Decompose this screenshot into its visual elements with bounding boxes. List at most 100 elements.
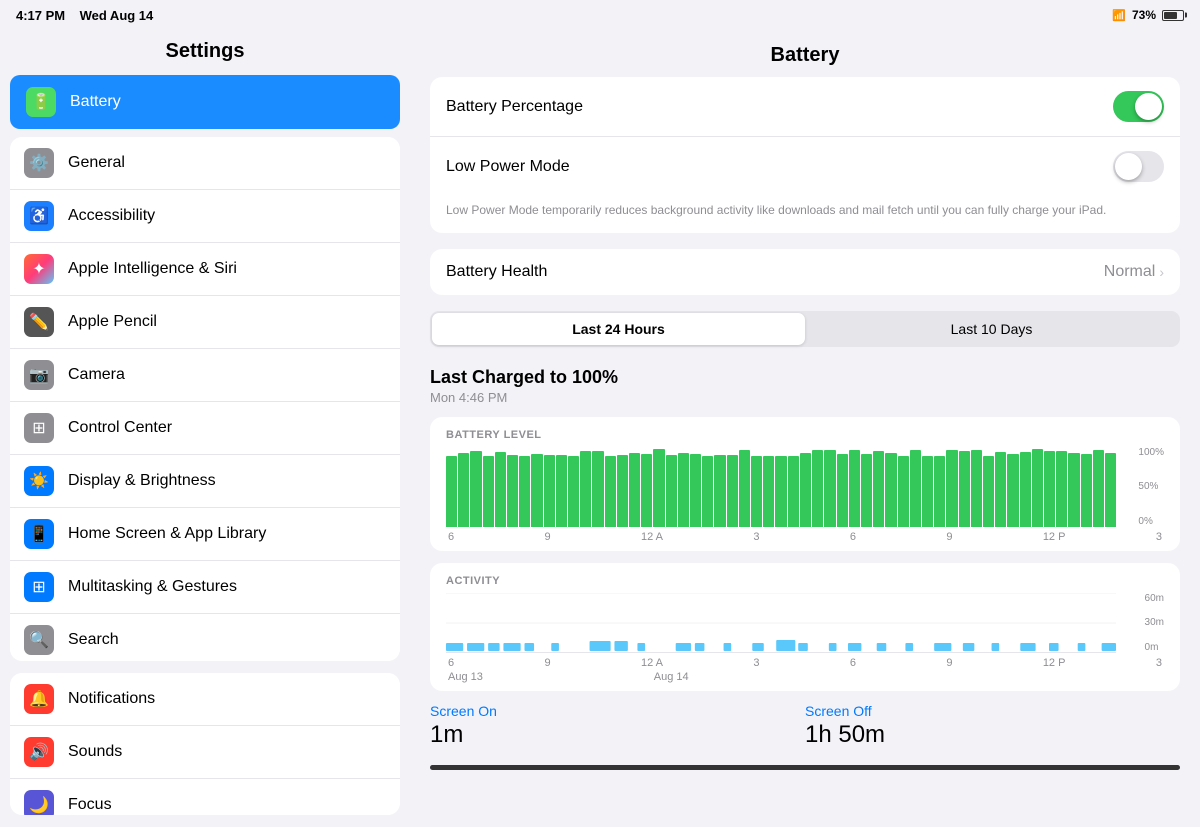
time-selector: Last 24 Hours Last 10 Days bbox=[430, 311, 1180, 347]
screen-off-value: 1h 50m bbox=[805, 721, 1180, 749]
battery-bar-item bbox=[837, 454, 848, 527]
battery-bar-item bbox=[495, 452, 506, 527]
activity-bars-area bbox=[446, 593, 1116, 653]
battery-bar-item bbox=[580, 451, 591, 527]
battery-bar-item bbox=[458, 453, 469, 527]
sidebar-item-apple-intelligence[interactable]: ✦ Apple Intelligence & Siri bbox=[10, 243, 400, 296]
battery-bar-item bbox=[898, 456, 909, 527]
battery-percentage-row: Battery Percentage bbox=[430, 77, 1180, 137]
sidebar-item-apple-pencil[interactable]: ✏️ Apple Pencil bbox=[10, 296, 400, 349]
sidebar-item-battery-active[interactable]: 🔋 Battery bbox=[10, 75, 400, 129]
battery-bar-item bbox=[995, 452, 1006, 527]
apple-intelligence-icon: ✦ bbox=[24, 254, 54, 284]
sidebar-item-camera-label: Camera bbox=[68, 366, 125, 384]
battery-bar-item bbox=[641, 454, 652, 527]
notifications-icon: 🔔 bbox=[24, 684, 54, 714]
battery-bar-item bbox=[605, 456, 616, 527]
battery-bar-item bbox=[971, 450, 982, 527]
battery-bar-item bbox=[592, 451, 603, 527]
sounds-icon: 🔊 bbox=[24, 737, 54, 767]
sidebar-item-control-center[interactable]: ⊞ Control Center bbox=[10, 402, 400, 455]
battery-bar-item bbox=[739, 450, 750, 527]
low-power-mode-row: Low Power Mode bbox=[430, 137, 1180, 196]
act-x-6: 6 bbox=[448, 657, 454, 669]
y-label-50: 50% bbox=[1138, 481, 1164, 492]
sidebar-item-sounds[interactable]: 🔊 Sounds bbox=[10, 726, 400, 779]
content-title: Battery bbox=[410, 30, 1200, 77]
battery-bar-item bbox=[470, 451, 481, 526]
act-x-6-2: 6 bbox=[850, 657, 856, 669]
battery-bar-item bbox=[910, 450, 921, 527]
sidebar-item-notifications-label: Notifications bbox=[68, 690, 155, 708]
apple-pencil-icon: ✏️ bbox=[24, 307, 54, 337]
battery-bar-item bbox=[531, 454, 542, 527]
sidebar-item-home-screen[interactable]: 📱 Home Screen & App Library bbox=[10, 508, 400, 561]
sidebar-item-apple-intelligence-label: Apple Intelligence & Siri bbox=[68, 260, 237, 278]
battery-bars bbox=[446, 447, 1116, 527]
x-label-3: 3 bbox=[753, 531, 759, 543]
activity-chart-wrapper: 60m 30m 0m bbox=[446, 593, 1164, 653]
battery-health-row[interactable]: Battery Health Normal › bbox=[430, 249, 1180, 295]
charged-title: Last Charged to 100% bbox=[430, 367, 1180, 388]
act-x-12p: 12 P bbox=[1043, 657, 1066, 669]
time-btn-10d[interactable]: Last 10 Days bbox=[805, 313, 1178, 345]
multitasking-icon: ⊞ bbox=[24, 572, 54, 602]
battery-bar-item bbox=[519, 456, 530, 527]
battery-percentage-toggle[interactable] bbox=[1113, 91, 1164, 122]
focus-icon: 🌙 bbox=[24, 790, 54, 815]
sidebar-item-general[interactable]: ⚙️ General bbox=[10, 137, 400, 190]
battery-bar-item bbox=[1056, 451, 1067, 527]
battery-bar-item bbox=[507, 455, 518, 527]
low-power-description: Low Power Mode temporarily reduces backg… bbox=[430, 196, 1180, 233]
battery-icon-active: 🔋 bbox=[26, 87, 56, 117]
battery-bar-item bbox=[556, 455, 567, 527]
x-label-12p: 12 P bbox=[1043, 531, 1066, 543]
sidebar-item-sounds-label: Sounds bbox=[68, 743, 122, 761]
battery-health-card: Battery Health Normal › bbox=[430, 249, 1180, 295]
sidebar: Settings 🔋 Battery ⚙️ General ♿ Accessib… bbox=[0, 30, 410, 827]
x-label-9: 9 bbox=[544, 531, 550, 543]
screen-on-value: 1m bbox=[430, 721, 805, 749]
act-x-3: 3 bbox=[753, 657, 759, 669]
chart-y-axis: 100% 50% 0% bbox=[1138, 447, 1164, 527]
status-right: 📶 73% bbox=[1112, 8, 1184, 22]
battery-health-label: Battery Health bbox=[446, 263, 547, 281]
activity-svg bbox=[446, 593, 1116, 653]
battery-bar-item bbox=[959, 451, 970, 527]
content-area: Battery Battery Percentage Low Power Mod… bbox=[410, 30, 1200, 827]
sidebar-item-camera[interactable]: 📷 Camera bbox=[10, 349, 400, 402]
battery-bar-item bbox=[1105, 453, 1116, 527]
x-label-3-2: 3 bbox=[1156, 531, 1162, 543]
low-power-mode-toggle[interactable] bbox=[1113, 151, 1164, 182]
sidebar-item-display-brightness[interactable]: ☀️ Display & Brightness bbox=[10, 455, 400, 508]
y-label-100: 100% bbox=[1138, 447, 1164, 458]
battery-icon bbox=[1162, 10, 1184, 21]
sidebar-title: Settings bbox=[0, 30, 410, 75]
home-screen-icon: 📱 bbox=[24, 519, 54, 549]
battery-bar-item bbox=[934, 456, 945, 527]
battery-bar-item bbox=[800, 453, 811, 527]
chevron-right-icon: › bbox=[1159, 264, 1164, 280]
sidebar-item-notifications[interactable]: 🔔 Notifications bbox=[10, 673, 400, 726]
battery-bar-item bbox=[653, 449, 664, 526]
battery-bar-item bbox=[1032, 449, 1043, 527]
battery-bar-item bbox=[678, 453, 689, 527]
x-label-9-2: 9 bbox=[946, 531, 952, 543]
battery-bar-item bbox=[788, 456, 799, 527]
battery-x-axis: 6 9 12 A 3 6 9 12 P 3 bbox=[446, 531, 1164, 543]
sidebar-item-multitasking[interactable]: ⊞ Multitasking & Gestures bbox=[10, 561, 400, 614]
sidebar-item-accessibility[interactable]: ♿ Accessibility bbox=[10, 190, 400, 243]
y-label-0: 0% bbox=[1138, 516, 1164, 527]
sidebar-item-apple-pencil-label: Apple Pencil bbox=[68, 313, 157, 331]
sidebar-item-general-label: General bbox=[68, 154, 125, 172]
time-btn-24h[interactable]: Last 24 Hours bbox=[432, 313, 805, 345]
screen-on-section: Screen On 1m bbox=[430, 703, 805, 749]
sidebar-item-focus[interactable]: 🌙 Focus bbox=[10, 779, 400, 815]
x-label-12a: 12 A bbox=[641, 531, 663, 543]
x-label-6-2: 6 bbox=[850, 531, 856, 543]
sidebar-item-search[interactable]: 🔍 Search bbox=[10, 614, 400, 661]
activity-y-0: 0m bbox=[1145, 642, 1164, 653]
charged-subtitle: Mon 4:46 PM bbox=[430, 390, 1180, 405]
activity-y-axis: 60m 30m 0m bbox=[1145, 593, 1164, 653]
battery-bar-item bbox=[483, 456, 494, 527]
